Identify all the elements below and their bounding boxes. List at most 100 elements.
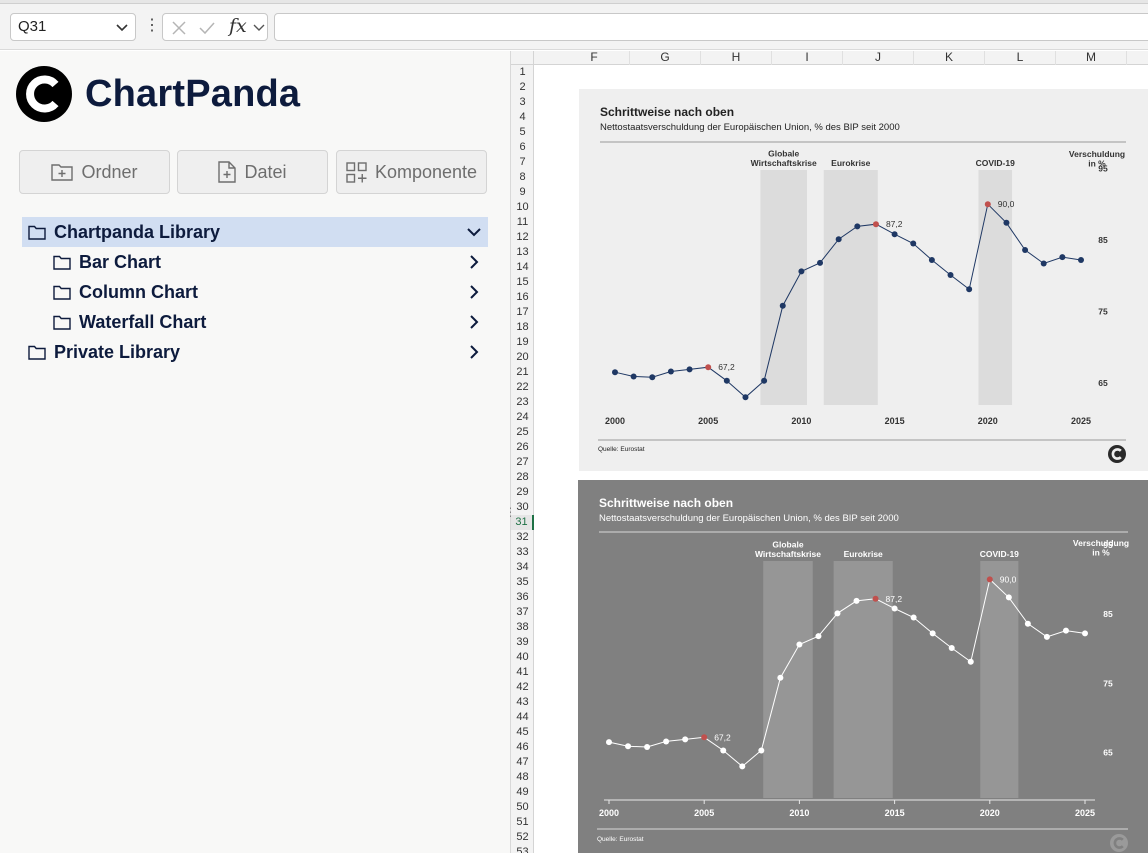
y-tick-label: 85 [1103, 609, 1113, 619]
cancel-icon[interactable] [171, 20, 187, 36]
row-header[interactable]: 26 [511, 440, 534, 455]
row-header[interactable]: 50 [511, 800, 534, 815]
tree-item-bar-chart[interactable]: Bar Chart [22, 247, 488, 277]
select-all-corner[interactable] [511, 51, 534, 65]
chevron-right-icon[interactable] [466, 254, 482, 270]
tree-item-column-chart[interactable]: Column Chart [22, 277, 488, 307]
data-point [1005, 594, 1012, 601]
column-header[interactable]: G [630, 51, 701, 65]
column-header[interactable]: F [559, 51, 630, 65]
row-header[interactable]: 29 [511, 485, 534, 500]
row-header[interactable]: 40 [511, 650, 534, 665]
row-header[interactable]: 46 [511, 740, 534, 755]
tree-item-private-library[interactable]: Private Library [22, 337, 488, 367]
row-header[interactable]: 11 [511, 215, 534, 230]
new-component-button[interactable]: Komponente [336, 150, 487, 194]
row-header[interactable]: 16 [511, 290, 534, 305]
chart-light[interactable]: Schrittweise nach oben Nettostaatsverschu… [579, 89, 1148, 471]
chevron-down-icon[interactable] [466, 224, 482, 240]
column-header[interactable]: L [985, 51, 1056, 65]
row-header[interactable]: 6 [511, 140, 534, 155]
row-header[interactable]: 3 [511, 95, 534, 110]
row-header[interactable]: 30 [511, 500, 534, 515]
row-header[interactable]: 8 [511, 170, 534, 185]
folder-icon [53, 315, 71, 330]
column-header[interactable]: K [914, 51, 985, 65]
name-box[interactable]: Q31 [10, 13, 136, 41]
chevron-right-icon[interactable] [466, 314, 482, 330]
row-header[interactable]: 20 [511, 350, 534, 365]
row-header[interactable]: 14 [511, 260, 534, 275]
row-header[interactable]: 37 [511, 605, 534, 620]
row-headers: 1 2 3 4 5 6 7 8 9 10 11 12 13 14 15 16 17 18 19 20 21 22 23 24 2… [511, 65, 534, 853]
row-header[interactable]: 38 [511, 620, 534, 635]
formula-input[interactable] [274, 13, 1148, 41]
data-point [663, 738, 670, 745]
spreadsheet-grid[interactable]: FGHIJKLM 1 2 3 4 5 6 7 8 9 10 11 12 13 14 15 16 17 18 19 20… [511, 51, 1148, 853]
new-file-button[interactable]: Datei [177, 150, 328, 194]
row-header[interactable]: 35 [511, 575, 534, 590]
chevron-right-icon[interactable] [466, 344, 482, 360]
chart-dark[interactable]: Schrittweise nach oben Nettostaatsverschu… [578, 480, 1148, 853]
row-header[interactable]: 28 [511, 470, 534, 485]
row-header[interactable]: 51 [511, 815, 534, 830]
column-header[interactable]: M [1056, 51, 1127, 65]
row-header[interactable]: 43 [511, 695, 534, 710]
row-header[interactable]: 1 [511, 65, 534, 80]
chevron-down-icon[interactable] [253, 23, 265, 33]
tree-item-waterfall-chart[interactable]: Waterfall Chart [22, 307, 488, 337]
row-header[interactable]: 49 [511, 785, 534, 800]
chevron-down-icon[interactable] [115, 20, 129, 34]
chevron-right-icon[interactable] [466, 284, 482, 300]
row-header[interactable]: 45 [511, 725, 534, 740]
band-label: Wirtschaftskrise [751, 158, 817, 168]
data-point [834, 610, 841, 617]
folder-icon [53, 285, 71, 300]
row-header[interactable]: 18 [511, 320, 534, 335]
column-header[interactable]: I [772, 51, 843, 65]
row-header[interactable]: 10 [511, 200, 534, 215]
column-header[interactable]: J [843, 51, 914, 65]
row-header[interactable]: 9 [511, 185, 534, 200]
row-header[interactable]: 22 [511, 380, 534, 395]
row-header[interactable]: 15 [511, 275, 534, 290]
row-header[interactable]: 4 [511, 110, 534, 125]
row-header[interactable]: 41 [511, 665, 534, 680]
row-header[interactable]: 25 [511, 425, 534, 440]
more-options-icon[interactable]: ⋮ [144, 18, 160, 36]
new-folder-label: Ordner [81, 161, 138, 182]
row-header[interactable]: 39 [511, 635, 534, 650]
data-point [798, 268, 805, 275]
row-header[interactable]: 5 [511, 125, 534, 140]
resize-handle[interactable]: ⋮ [505, 506, 517, 537]
row-header[interactable]: 2 [511, 80, 534, 95]
column-header[interactable]: H [701, 51, 772, 65]
row-header[interactable]: 31 [511, 515, 534, 530]
confirm-icon[interactable] [198, 20, 216, 36]
new-component-label: Komponente [374, 161, 478, 182]
row-header[interactable]: 44 [511, 710, 534, 725]
row-header[interactable]: 32 [511, 530, 534, 545]
row-header[interactable]: 21 [511, 365, 534, 380]
data-point [1040, 260, 1047, 267]
row-header[interactable]: 34 [511, 560, 534, 575]
row-header[interactable]: 23 [511, 395, 534, 410]
row-header[interactable]: 47 [511, 755, 534, 770]
row-header[interactable]: 13 [511, 245, 534, 260]
row-header[interactable]: 33 [511, 545, 534, 560]
new-folder-button[interactable]: Ordner [19, 150, 170, 194]
row-header[interactable]: 52 [511, 830, 534, 845]
row-header[interactable]: 7 [511, 155, 534, 170]
row-header[interactable]: 12 [511, 230, 534, 245]
insert-function-button[interactable]: fx [229, 15, 247, 37]
tree-item-chartpanda-library[interactable]: Chartpanda Library [22, 217, 488, 247]
row-header[interactable]: 53 [511, 845, 534, 853]
data-point [854, 223, 861, 230]
row-header[interactable]: 19 [511, 335, 534, 350]
row-header[interactable]: 42 [511, 680, 534, 695]
row-header[interactable]: 24 [511, 410, 534, 425]
row-header[interactable]: 36 [511, 590, 534, 605]
row-header[interactable]: 27 [511, 455, 534, 470]
row-header[interactable]: 48 [511, 770, 534, 785]
row-header[interactable]: 17 [511, 305, 534, 320]
